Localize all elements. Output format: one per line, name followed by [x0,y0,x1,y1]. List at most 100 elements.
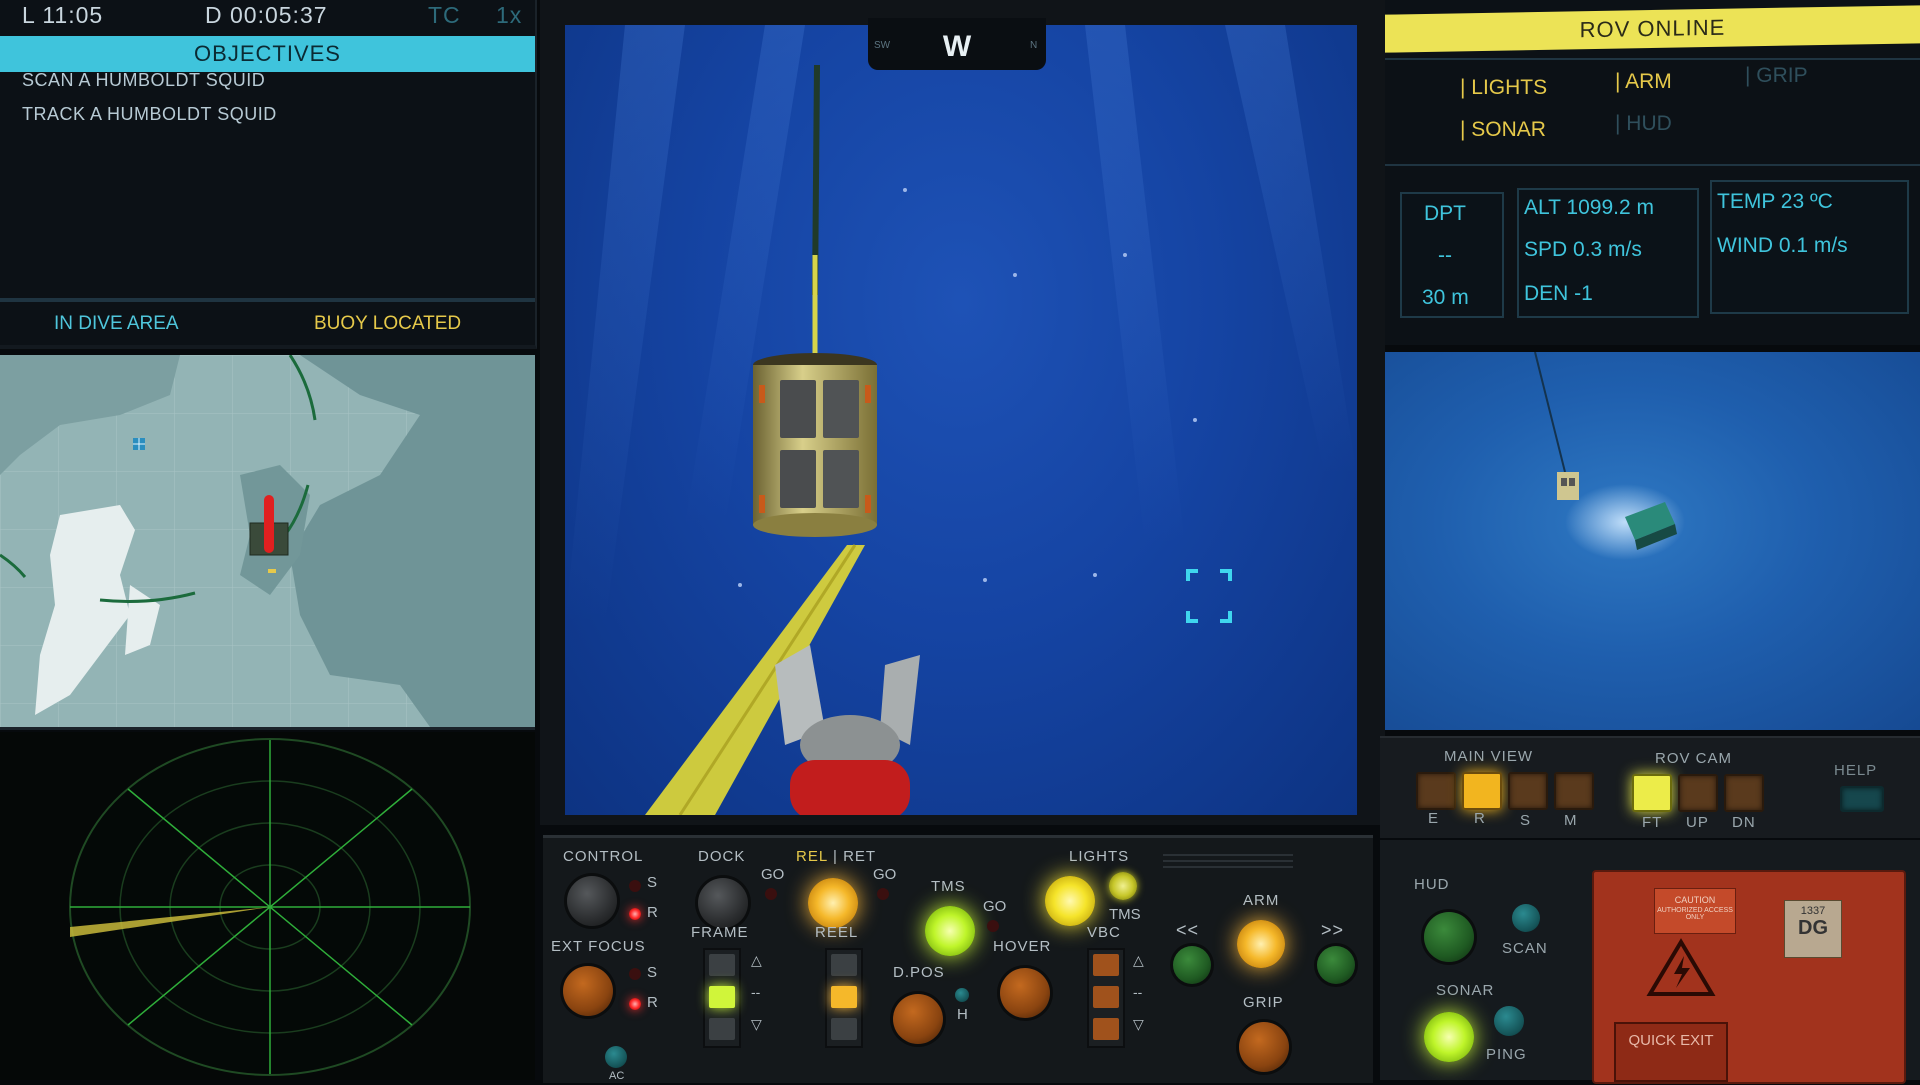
release-label: REL [796,848,829,865]
altitude-readout: ALT 1099.2 m [1524,196,1654,219]
code-plate: 1337 DG [1784,900,1842,958]
speaker-grille [963,848,1293,876]
frame-down-arrow: ▽ [751,1016,762,1032]
system-lights[interactable]: | LIGHTS [1460,76,1547,100]
quick-exit-label: QUICK EXIT [1628,1032,1714,1049]
frame-slider[interactable] [703,948,741,1048]
dock-go-lamp [765,888,777,900]
release-go-label: GO [873,866,897,883]
objectives-header: OBJECTIVES [0,36,535,72]
main-view-e-button[interactable] [1416,772,1456,810]
rov-status-header: ROV ONLINE [1385,5,1920,53]
depth-readout-box: DPT -- 30 m [1400,192,1504,318]
lights-tms-lamp[interactable] [1109,872,1137,900]
rov-cam-label: ROV CAM [1655,750,1733,767]
dive-timer: D 00:05:37 [205,2,328,28]
control-knob[interactable] [567,876,617,926]
arm-next-label: >> [1321,920,1345,940]
rov-cam-up-label: UP [1686,814,1709,831]
ext-focus-r-lamp [629,998,641,1010]
help-button[interactable] [1840,786,1884,812]
system-sonar[interactable]: | SONAR [1460,118,1546,142]
ac-button[interactable] [605,1046,627,1068]
dock-knob[interactable] [698,878,748,928]
tms-go-lamp [987,920,999,932]
system-arm[interactable]: | ARM [1615,70,1672,94]
rov-cam-ft-button[interactable] [1632,774,1672,812]
rov-cam-dn-label: DN [1732,814,1756,831]
help-label: HELP [1834,762,1878,779]
objective-item: SCAN A HUMBOLDT SQUID [22,70,266,90]
system-grip[interactable]: | GRIP [1745,64,1808,88]
code-number: 1337 [1800,905,1826,917]
rov-cam-ft-label: FT [1642,814,1663,831]
depth-label: DPT [1424,202,1466,225]
rov-cam-up-button[interactable] [1678,774,1718,812]
tms-label: TMS [931,878,966,895]
rov-camera-view[interactable] [1385,352,1920,730]
objective-item: TRACK A HUMBOLDT SQUID [22,104,277,124]
arm-lamp-button[interactable] [1237,920,1285,968]
arm-next-button[interactable] [1317,946,1355,984]
control-r-lamp [629,908,641,920]
control-label: CONTROL [563,848,644,865]
vbc-label: VBC [1087,924,1121,941]
reel-slider[interactable] [825,948,863,1048]
time-speed-label[interactable]: 1x [496,2,522,36]
main-view-r-button[interactable] [1462,772,1502,810]
hud-knob[interactable] [1424,912,1474,962]
buoy[interactable] [753,353,877,537]
target-reticle [1186,569,1232,623]
local-time: L 11:05 [22,2,104,28]
ping-label: PING [1486,1046,1527,1063]
temperature-readout: TEMP 23 ºC [1717,190,1833,213]
ext-focus-knob[interactable] [563,966,613,1016]
ping-button[interactable] [1494,1006,1524,1036]
scan-button[interactable] [1512,904,1540,932]
ext-focus-s-label: S [647,964,658,981]
release-lamp-button[interactable] [808,878,858,928]
vbc-down-arrow: ▽ [1133,1016,1144,1032]
wind-readout: WIND 0.1 m/s [1717,234,1848,257]
lights-tms-label: TMS [1109,906,1141,923]
buoy-small [1557,472,1579,500]
buoy-status: BUOY LOCATED [314,313,462,334]
control-r-label: R [647,904,658,921]
quick-exit-button[interactable]: QUICK EXIT [1614,1022,1728,1082]
sonar-label: SONAR [1436,982,1495,999]
navigation-map[interactable] [0,355,535,730]
dpos-h-lamp[interactable] [955,988,969,1002]
compass-heading: SW W N [868,18,1046,70]
objective-status-bar: IN DIVE AREA BUOY LOCATED [0,298,535,346]
objectives-panel: L 11:05 D 00:05:37 TC 1x OBJECTIVES SCAN… [0,0,537,349]
vbc-dash: -- [1133,984,1143,1000]
arm-prev-button[interactable] [1173,946,1211,984]
rov-cam-dn-button[interactable] [1724,774,1764,812]
sonar-toggle-lamp[interactable] [1424,1012,1474,1062]
release-go-lamp [877,888,889,900]
main-view-m-button[interactable] [1554,772,1594,810]
main-view-s-button[interactable] [1508,772,1548,810]
authorized-text: AUTHORIZED ACCESS ONLY [1657,907,1733,921]
system-hud[interactable]: | HUD [1615,112,1672,136]
code-letters: DG [1798,917,1828,939]
lights-lamp-button[interactable] [1045,876,1095,926]
dpos-knob[interactable] [893,994,943,1044]
vbc-slider[interactable] [1087,948,1125,1048]
arm-label: ARM [1243,892,1280,909]
hud-label: HUD [1414,876,1450,893]
main-camera-view[interactable] [565,25,1357,815]
caution-sticker: CAUTION AUTHORIZED ACCESS ONLY [1654,888,1736,934]
arm-prev-label: << [1176,920,1200,940]
tms-go-label: GO [983,898,1007,915]
rov-status-panel: ROV ONLINE | LIGHTS | ARM | GRIP | SONAR… [1385,0,1920,345]
ext-focus-r-label: R [647,994,658,1011]
grip-knob[interactable] [1239,1022,1289,1072]
control-s-label: S [647,874,658,891]
tms-lamp-button[interactable] [925,906,975,956]
main-view-r-label: R [1474,810,1486,827]
ext-focus-s-lamp [629,968,641,980]
time-compression-label[interactable]: TC [428,2,461,36]
buoy-marker[interactable] [133,438,145,450]
hover-knob[interactable] [1000,968,1050,1018]
